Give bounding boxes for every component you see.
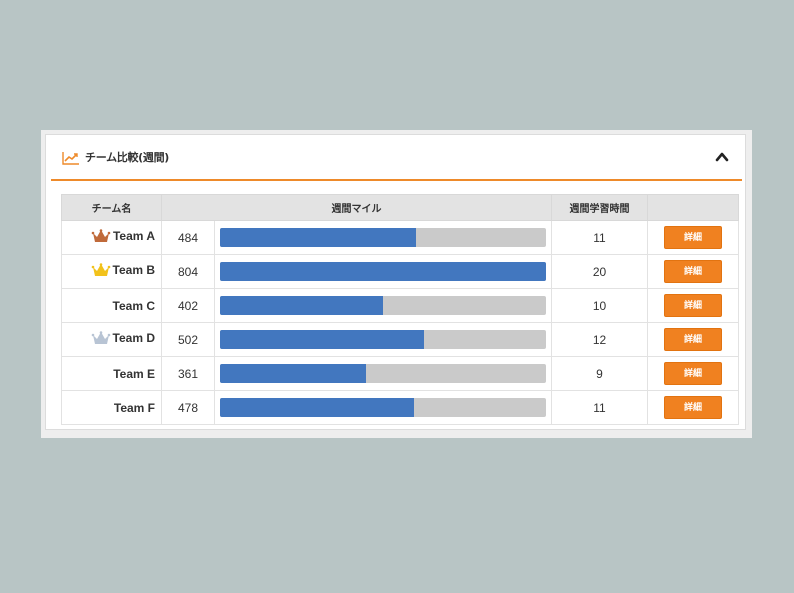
miles-value: 478 xyxy=(161,390,215,425)
detail-button[interactable]: 詳細 xyxy=(664,362,722,385)
team-name: Team A xyxy=(112,229,155,243)
action-cell: 詳細 xyxy=(647,322,739,357)
miles-value: 484 xyxy=(161,220,215,255)
team-cell: Team E xyxy=(61,356,162,391)
detail-button[interactable]: 詳細 xyxy=(664,294,722,317)
team-comparison-table: チーム名 週間マイル 週間学習時間 Team A 484 11 詳細 Team … xyxy=(61,194,739,425)
team-name: Team C xyxy=(112,298,155,313)
table-row-4: Team D 502 12 詳細 xyxy=(61,322,739,357)
header-hours: 週間学習時間 xyxy=(551,194,648,221)
miles-bar-cell xyxy=(214,322,552,357)
hours-value: 10 xyxy=(551,288,648,323)
line-chart-icon xyxy=(62,152,79,165)
miles-bar-track xyxy=(220,262,546,281)
miles-bar-track xyxy=(220,228,546,247)
miles-bar-fill xyxy=(220,398,414,417)
detail-button[interactable]: 詳細 xyxy=(664,260,722,283)
action-cell: 詳細 xyxy=(647,356,739,391)
bronze-crown-icon xyxy=(91,229,111,242)
table-row-2: Team B 804 20 詳細 xyxy=(61,254,739,289)
miles-bar-fill xyxy=(220,262,546,281)
miles-value: 502 xyxy=(161,322,215,357)
silver-crown-icon xyxy=(91,331,110,344)
miles-bar-cell xyxy=(214,254,552,289)
panel-frame: チーム比較(週間) チーム名 週間マイル 週間学習時間 Team A 484 1… xyxy=(41,130,752,438)
team-name: Team F xyxy=(113,400,155,415)
action-cell: 詳細 xyxy=(647,288,739,323)
miles-bar-fill xyxy=(220,330,424,349)
hours-value: 11 xyxy=(551,390,648,425)
hours-value: 12 xyxy=(551,322,648,357)
team-name: Team D xyxy=(112,331,155,345)
miles-value: 402 xyxy=(161,288,215,323)
header-team: チーム名 xyxy=(61,194,162,221)
miles-bar-fill xyxy=(220,228,417,247)
team-name: Team E xyxy=(113,366,155,381)
panel-title: チーム比較(週間) xyxy=(85,151,170,164)
table-row-1: Team A 484 11 詳細 xyxy=(61,220,739,255)
table-row-3: Team C 402 10 詳細 xyxy=(61,288,739,323)
hours-value: 20 xyxy=(551,254,648,289)
miles-value: 361 xyxy=(161,356,215,391)
gold-crown-icon xyxy=(91,263,110,276)
miles-bar-cell xyxy=(214,220,552,255)
table-row-5: Team E 361 9 詳細 xyxy=(61,356,739,391)
hours-value: 11 xyxy=(551,220,648,255)
action-cell: 詳細 xyxy=(647,220,739,255)
team-cell: Team C xyxy=(61,288,162,323)
team-cell: Team D xyxy=(61,322,162,357)
table-row-6: Team F 478 11 詳細 xyxy=(61,390,739,425)
detail-button[interactable]: 詳細 xyxy=(664,328,722,351)
team-comparison-panel: チーム比較(週間) チーム名 週間マイル 週間学習時間 Team A 484 1… xyxy=(45,134,746,430)
miles-bar-track xyxy=(220,296,546,315)
detail-button[interactable]: 詳細 xyxy=(664,396,722,419)
team-cell: Team F xyxy=(61,390,162,425)
chevron-up-icon[interactable] xyxy=(714,149,730,165)
miles-bar-fill xyxy=(220,364,367,383)
miles-bar-fill xyxy=(220,296,383,315)
table-header-row: チーム名 週間マイル 週間学習時間 xyxy=(61,194,739,221)
miles-bar-cell xyxy=(214,288,552,323)
detail-button[interactable]: 詳細 xyxy=(664,226,722,249)
team-cell: Team B xyxy=(61,254,162,289)
miles-bar-track xyxy=(220,364,546,383)
miles-bar-cell xyxy=(214,356,552,391)
action-cell: 詳細 xyxy=(647,254,739,289)
team-cell: Team A xyxy=(61,220,162,255)
team-name: Team B xyxy=(112,263,155,277)
header-miles: 週間マイル xyxy=(161,194,552,221)
miles-value: 804 xyxy=(161,254,215,289)
action-cell: 詳細 xyxy=(647,390,739,425)
panel-header: チーム比較(週間) xyxy=(51,135,742,181)
hours-value: 9 xyxy=(551,356,648,391)
miles-bar-track xyxy=(220,330,546,349)
header-action xyxy=(647,194,739,221)
miles-bar-track xyxy=(220,398,546,417)
miles-bar-cell xyxy=(214,390,552,425)
